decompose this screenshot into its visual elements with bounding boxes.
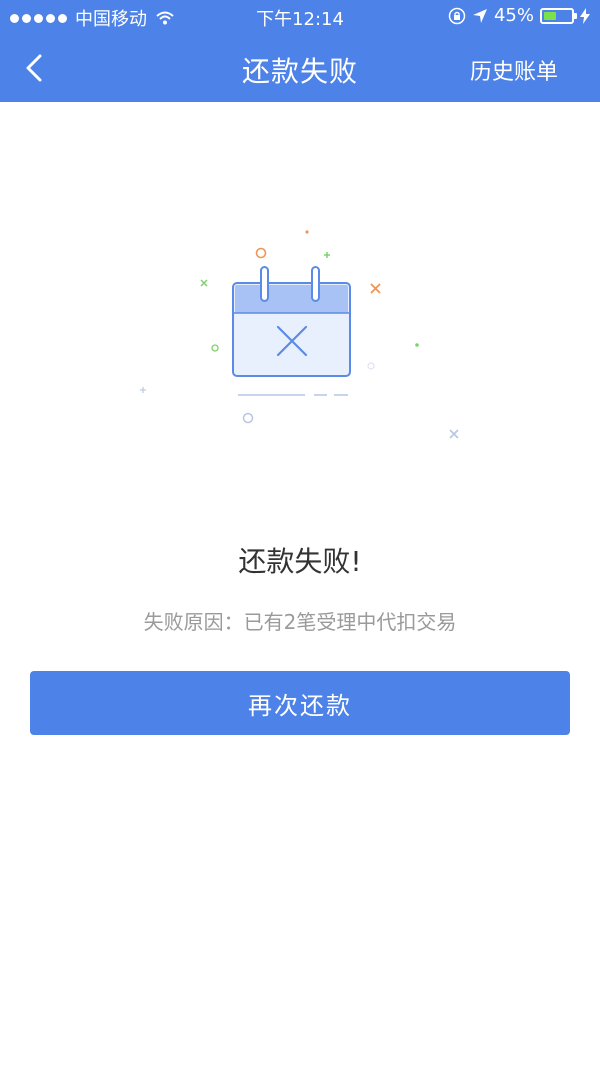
history-bills-link[interactable]: 历史账单	[470, 54, 558, 86]
result-title: 还款失败!	[238, 545, 362, 578]
orientation-lock-icon	[448, 7, 466, 24]
status-right: 45%	[448, 5, 590, 26]
location-arrow-icon	[472, 8, 487, 23]
battery-fill	[544, 11, 556, 20]
retry-repayment-button[interactable]: 再次还款	[30, 671, 570, 735]
status-bar: 中国移动 下午12:14 45%	[0, 0, 600, 34]
failure-reason: 失败原因：已有2笔受理中代扣交易	[143, 610, 457, 634]
nav-bar: 还款失败 历史账单	[0, 34, 600, 102]
charging-bolt-icon	[580, 7, 590, 24]
battery-icon	[540, 7, 577, 24]
top-bar: 中国移动 下午12:14 45% 还款失败 历史账单	[0, 0, 600, 102]
battery-percent: 45%	[493, 5, 534, 26]
calendar-failed-icon	[140, 230, 459, 439]
